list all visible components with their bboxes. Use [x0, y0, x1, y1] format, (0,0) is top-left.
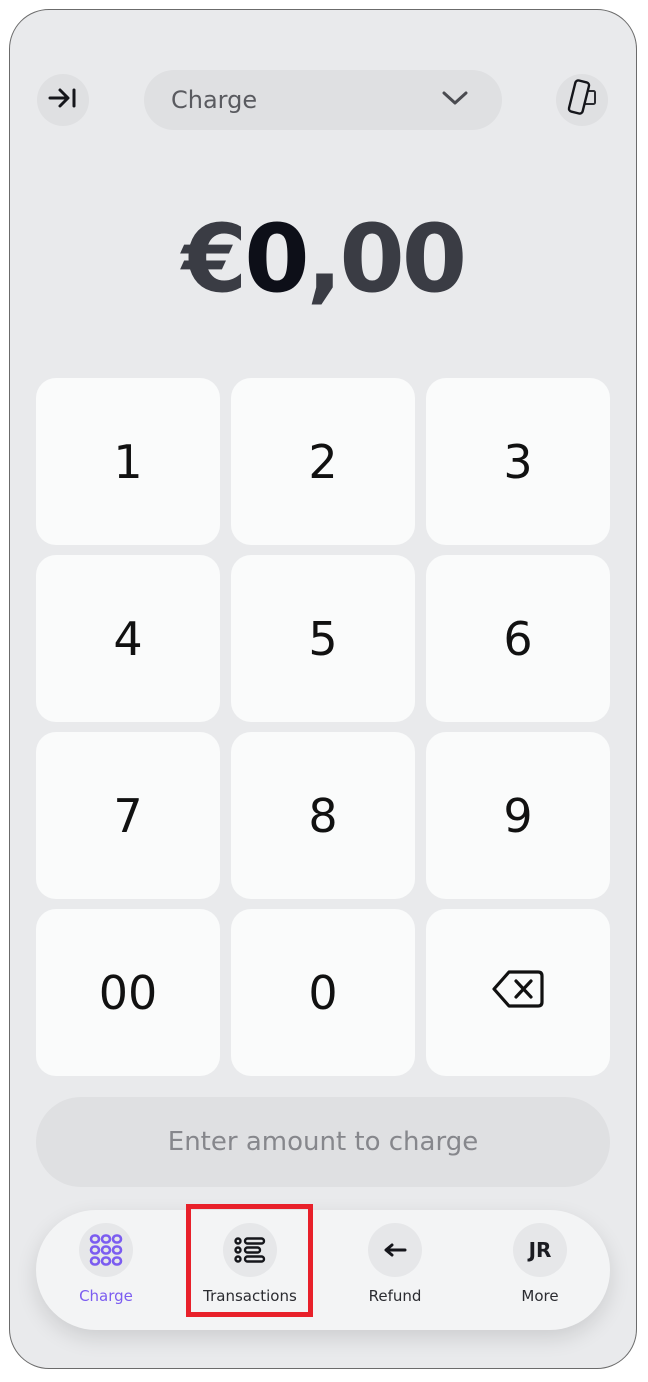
nav-refund[interactable]: Refund [335, 1210, 455, 1330]
keypad: 1 2 3 4 5 6 7 8 9 00 0 [36, 378, 610, 1076]
exit-button[interactable] [37, 74, 89, 126]
key-8[interactable]: 8 [231, 732, 415, 899]
key-7[interactable]: 7 [36, 732, 220, 899]
card-reader-button[interactable] [556, 74, 608, 126]
amount-decimals: 00 [339, 205, 467, 314]
nav-refund-label: Refund [368, 1287, 422, 1305]
amount-integer: 0 [244, 205, 309, 314]
nav-transactions-label: Transactions [203, 1287, 297, 1305]
mode-select-value: Charge [171, 86, 258, 114]
nav-more[interactable]: JR More [480, 1210, 600, 1330]
nav-transactions[interactable]: Transactions [190, 1210, 310, 1330]
charge-button[interactable]: Enter amount to charge [36, 1097, 610, 1187]
nav-charge-label: Charge [79, 1287, 133, 1305]
arrow-left-icon [368, 1223, 422, 1277]
chevron-down-icon [442, 90, 468, 110]
backspace-key[interactable] [426, 909, 610, 1076]
list-icon [223, 1223, 277, 1277]
key-3[interactable]: 3 [426, 378, 610, 545]
backspace-icon [491, 966, 545, 1020]
avatar-initials: JR [528, 1238, 552, 1262]
amount-display: €0,00 [10, 205, 636, 314]
card-reader-phone-icon [565, 78, 599, 122]
bottom-nav: Charge Transactions Refund JR More [36, 1210, 610, 1330]
mode-select[interactable]: Charge [144, 70, 502, 130]
nav-more-label: More [521, 1287, 559, 1305]
key-5[interactable]: 5 [231, 555, 415, 722]
key-0[interactable]: 0 [231, 909, 415, 1076]
key-9[interactable]: 9 [426, 732, 610, 899]
avatar: JR [513, 1223, 567, 1277]
top-bar: Charge [10, 10, 636, 130]
key-1[interactable]: 1 [36, 378, 220, 545]
app-screen: Charge €0,00 1 2 3 4 5 6 7 8 9 00 0 Ente… [9, 9, 637, 1369]
key-4[interactable]: 4 [36, 555, 220, 722]
nav-charge[interactable]: Charge [46, 1210, 166, 1330]
key-6[interactable]: 6 [426, 555, 610, 722]
amount-currency: € [181, 205, 247, 314]
arrow-right-to-bar-icon [48, 86, 78, 114]
keypad-grid-icon [79, 1223, 133, 1277]
key-00[interactable]: 00 [36, 909, 220, 1076]
key-2[interactable]: 2 [231, 378, 415, 545]
amount-separator: , [306, 205, 343, 314]
